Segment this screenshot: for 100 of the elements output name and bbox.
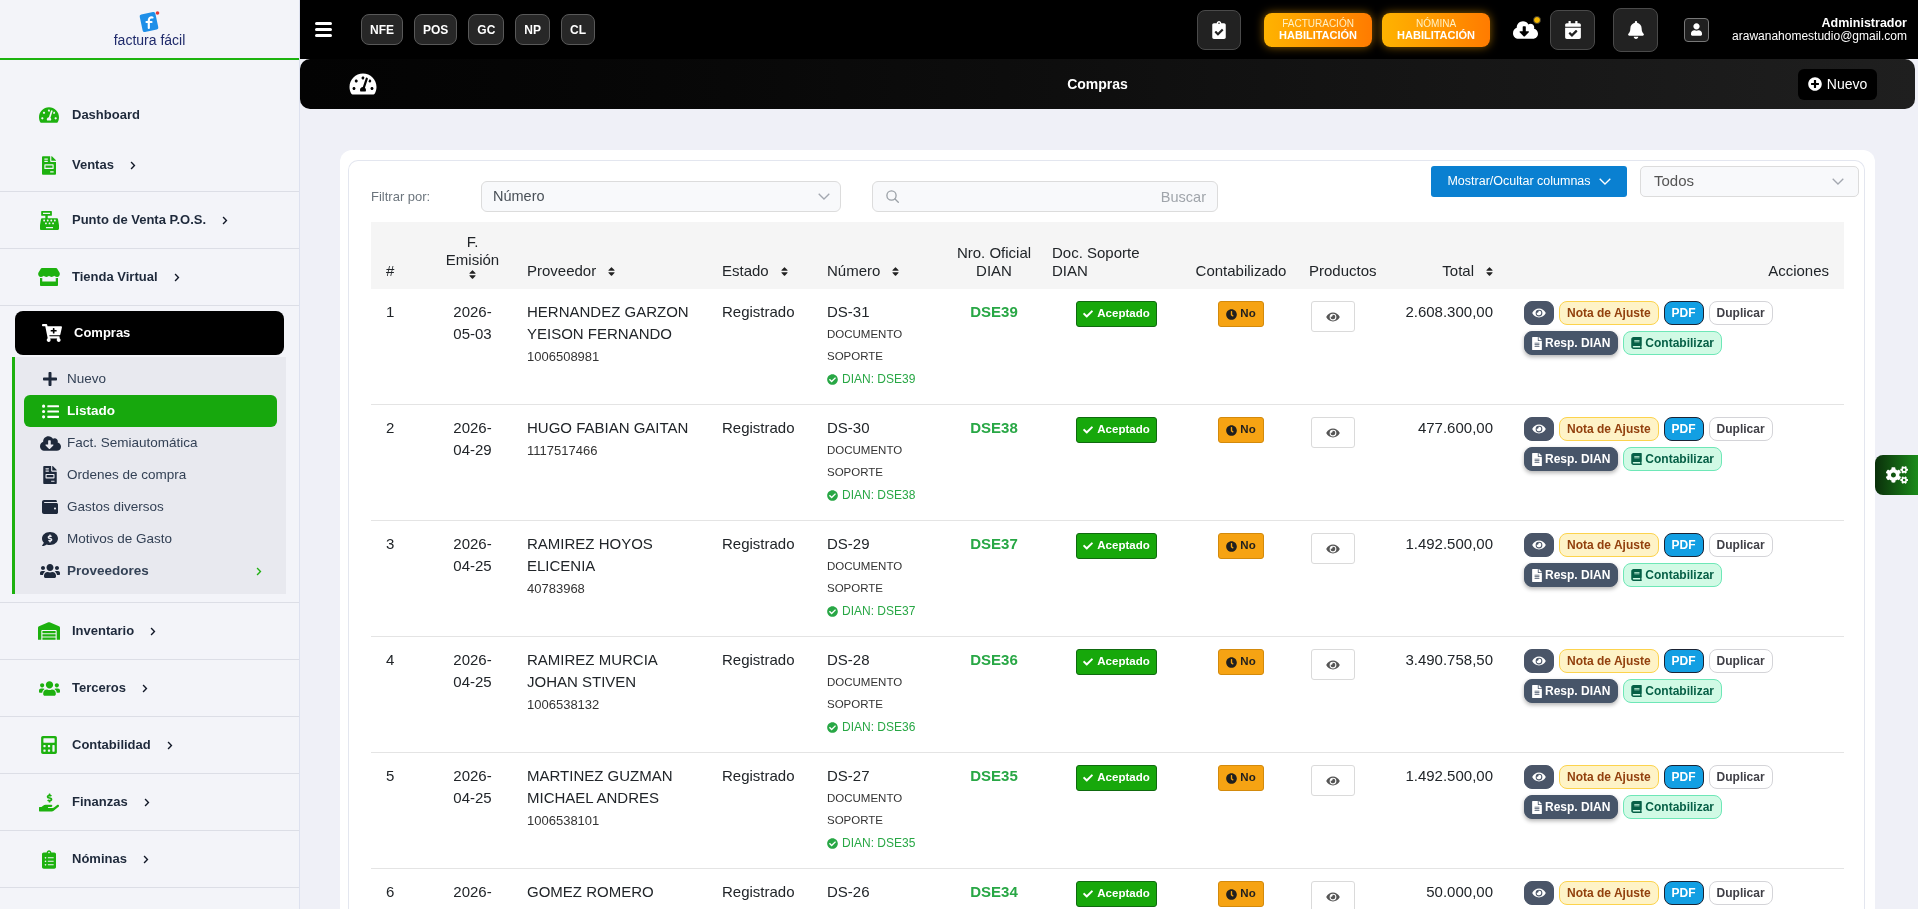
eye-icon: [1326, 426, 1340, 439]
view-button[interactable]: [1524, 417, 1554, 441]
dian-response-button[interactable]: Resp. DIAN: [1524, 447, 1619, 471]
dian-response-button[interactable]: Resp. DIAN: [1524, 679, 1619, 703]
view-products-button[interactable]: [1311, 301, 1355, 332]
status-label: Aceptado: [1097, 424, 1150, 436]
adjustment-note-button[interactable]: Nota de Ajuste: [1559, 533, 1659, 557]
status-select[interactable]: Todos: [1640, 166, 1859, 197]
sort-icon: [1486, 266, 1493, 277]
duplicate-button[interactable]: Duplicar: [1708, 765, 1773, 789]
user-avatar-icon[interactable]: [1684, 17, 1710, 42]
document-type: DOCUMENTO SOPORTE: [827, 559, 904, 596]
submenu-item[interactable]: Nuevo: [39, 368, 107, 390]
column-header[interactable]: Total: [1442, 262, 1493, 280]
submenu-item[interactable]: Motivos de Gasto: [39, 528, 173, 550]
adjustment-note-button[interactable]: Nota de Ajuste: [1559, 417, 1659, 441]
column-header[interactable]: F. Emisión: [441, 233, 504, 280]
view-button[interactable]: [1524, 649, 1554, 673]
post-accounting-button[interactable]: Contabilizar: [1623, 679, 1722, 703]
duplicate-button[interactable]: Duplicar: [1708, 417, 1773, 441]
file-icon: [1532, 452, 1542, 466]
total-amount: 1.492.500,00: [1405, 766, 1493, 786]
column-header[interactable]: Número: [827, 262, 900, 280]
view-products-button[interactable]: [1311, 881, 1355, 909]
module-button[interactable]: GC: [468, 14, 505, 45]
notifications-button[interactable]: [1613, 7, 1659, 52]
adjustment-note-button[interactable]: Nota de Ajuste: [1559, 649, 1659, 673]
duplicate-button[interactable]: Duplicar: [1708, 649, 1773, 673]
field-select[interactable]: Número: [481, 181, 841, 212]
eye-icon: [1326, 658, 1340, 671]
status-label: No: [1240, 424, 1256, 436]
post-accounting-button[interactable]: Contabilizar: [1623, 795, 1722, 819]
settings-button[interactable]: [1875, 455, 1918, 495]
eye-icon: [1326, 890, 1340, 903]
supplier-name: RAMIREZ MURCIA JOHAN STIVEN: [527, 650, 659, 692]
sidebar-item[interactable]: Ventas: [38, 155, 136, 175]
adjustment-note-button[interactable]: Nota de Ajuste: [1559, 881, 1659, 905]
post-accounting-button[interactable]: Contabilizar: [1623, 447, 1722, 471]
column-header[interactable]: Proveedor: [527, 262, 616, 280]
view-button[interactable]: [1524, 533, 1554, 557]
view-products-button[interactable]: [1311, 417, 1355, 448]
post-accounting-button[interactable]: Contabilizar: [1623, 563, 1722, 587]
adjustment-note-button[interactable]: Nota de Ajuste: [1559, 301, 1659, 325]
view-button[interactable]: [1524, 881, 1554, 905]
file-icon: [1532, 800, 1542, 814]
total-amount: 3.490.758,50: [1405, 650, 1493, 670]
official-number: DSE38: [970, 418, 1018, 438]
submenu-item[interactable]: Fact. Semiautomática: [39, 432, 198, 454]
sidebar-item[interactable]: Compras: [15, 311, 284, 355]
new-button[interactable]: Nuevo: [1798, 68, 1877, 100]
module-button[interactable]: CL: [561, 14, 595, 45]
document-number: DS-30: [827, 418, 870, 438]
cart-plus-icon: [42, 324, 62, 342]
submenu-item[interactable]: Proveedores: [24, 555, 277, 587]
clock-icon: [1226, 424, 1238, 436]
book-icon: [1631, 685, 1643, 697]
sidebar-item[interactable]: Terceros: [38, 678, 148, 698]
columns-toggle-button[interactable]: Mostrar/Ocultar columnas: [1431, 166, 1627, 197]
check-icon: [1083, 309, 1094, 319]
dian-response-button[interactable]: Resp. DIAN: [1524, 563, 1619, 587]
submenu-item[interactable]: Gastos diversos: [39, 496, 164, 518]
store-icon: [38, 268, 60, 286]
sidebar-item[interactable]: Contabilidad: [38, 735, 173, 755]
adjustment-note-button[interactable]: Nota de Ajuste: [1559, 765, 1659, 789]
view-products-button[interactable]: [1311, 533, 1355, 564]
dian-response-button[interactable]: Resp. DIAN: [1524, 795, 1619, 819]
search-field[interactable]: Buscar: [872, 181, 1218, 212]
status-text: Registrado: [722, 767, 795, 784]
module-button[interactable]: NFE: [361, 14, 403, 45]
sidebar-item[interactable]: Inventario: [38, 621, 157, 641]
submenu-item[interactable]: Ordenes de compra: [39, 464, 187, 486]
cloud-download-icon[interactable]: [1513, 19, 1539, 40]
menu-icon[interactable]: [315, 22, 332, 37]
post-accounting-button[interactable]: Contabilizar: [1623, 331, 1722, 355]
tasks-button[interactable]: [1197, 9, 1242, 50]
view-products-button[interactable]: [1311, 765, 1355, 796]
chevron-down-icon: [818, 193, 830, 200]
issue-date: 2026-04-25: [452, 766, 493, 808]
sidebar-item[interactable]: Tienda Virtual: [38, 267, 180, 287]
sort-icon: [892, 266, 900, 277]
sidebar-item[interactable]: Nóminas: [38, 849, 149, 869]
dian-response-button[interactable]: Resp. DIAN: [1524, 331, 1619, 355]
sidebar-item[interactable]: Dashboard: [38, 105, 140, 125]
column-header[interactable]: Estado: [722, 262, 788, 280]
sidebar-item[interactable]: Punto de Venta P.O.S.: [38, 210, 229, 230]
issue-date: 2026-04-29: [452, 418, 493, 460]
row-number: 1: [386, 303, 395, 320]
module-button[interactable]: NP: [515, 14, 550, 45]
duplicate-button[interactable]: Duplicar: [1708, 533, 1773, 557]
status-label: No: [1240, 888, 1256, 900]
status-label: No: [1240, 540, 1256, 552]
calendar-button[interactable]: [1550, 9, 1596, 50]
dian-reference: DIAN: DSE39: [842, 371, 916, 388]
module-button[interactable]: POS: [414, 14, 458, 45]
view-button[interactable]: [1524, 765, 1554, 789]
duplicate-button[interactable]: Duplicar: [1708, 301, 1773, 325]
sidebar-item[interactable]: Finanzas: [38, 792, 150, 812]
duplicate-button[interactable]: Duplicar: [1708, 881, 1773, 905]
view-button[interactable]: [1524, 301, 1554, 325]
view-products-button[interactable]: [1311, 649, 1355, 680]
